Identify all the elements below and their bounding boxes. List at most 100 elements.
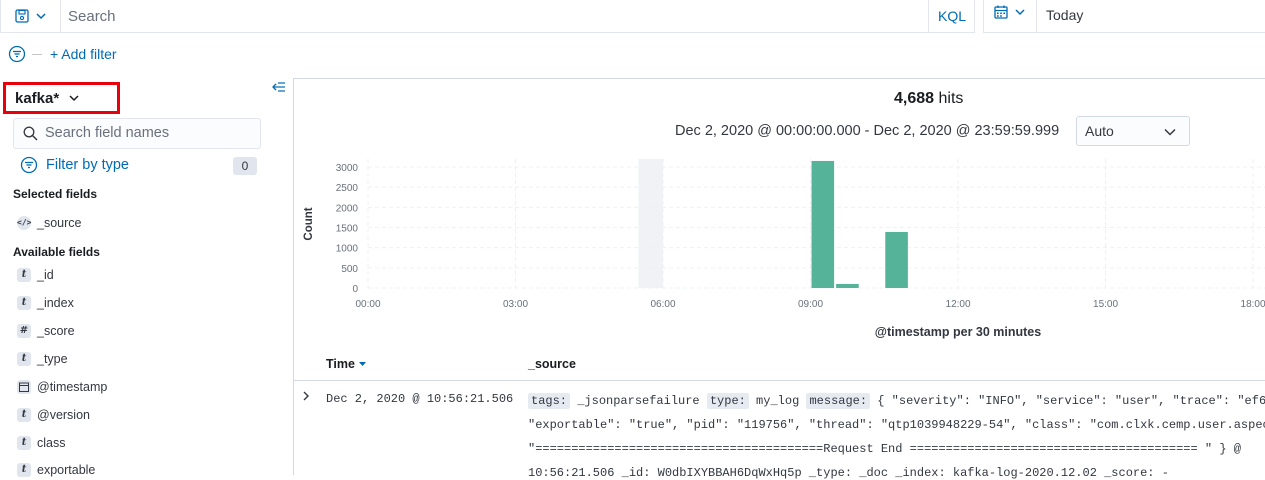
y-tick-label: 2500 bbox=[336, 183, 359, 194]
source-line-1: tags: _jsonparsefailure type: my_log mes… bbox=[528, 393, 1265, 409]
date-type-icon bbox=[17, 380, 31, 394]
source-field-value: { "severity": "INFO", "service": "user",… bbox=[870, 394, 1265, 408]
y-tick-label: 500 bbox=[341, 264, 358, 275]
string-type-icon: t bbox=[17, 352, 31, 366]
source-field-key: type: bbox=[706, 393, 749, 409]
y-tick-label: 2000 bbox=[336, 203, 359, 214]
filter-icon bbox=[20, 156, 38, 174]
quick-select-button[interactable] bbox=[994, 5, 1026, 19]
source-icon: </> bbox=[17, 216, 31, 230]
x-tick-label: 12:00 bbox=[946, 299, 971, 310]
source-field-value: my_log bbox=[748, 394, 807, 408]
filter-by-type-label: Filter by type bbox=[46, 157, 129, 173]
calendar-icon bbox=[994, 5, 1008, 19]
field-item[interactable]: t class bbox=[17, 434, 65, 452]
search-icon bbox=[23, 126, 38, 141]
chevron-down-icon bbox=[1164, 128, 1176, 136]
chevron-down-icon bbox=[1015, 9, 1025, 16]
selected-fields-title: Selected fields bbox=[13, 187, 98, 201]
histogram-chart: 0 500 1000 1500 2000 2500 3000 00:00 03:00 06:00… bbox=[303, 159, 1265, 339]
x-tick-label: 15:00 bbox=[1093, 299, 1118, 310]
string-type-icon: t bbox=[17, 436, 31, 450]
source-field-key: message: bbox=[806, 393, 871, 409]
y-tick-label: 3000 bbox=[336, 163, 359, 174]
available-fields-title: Available fields bbox=[13, 245, 100, 259]
filter-bar: + Add filter bbox=[8, 43, 117, 65]
field-item-source[interactable]: </> _source bbox=[17, 214, 81, 232]
index-pattern-selector[interactable]: kafka* bbox=[3, 82, 120, 114]
interval-select[interactable]: Auto bbox=[1076, 116, 1190, 146]
index-pattern-label: kafka* bbox=[15, 89, 60, 107]
saved-query-button[interactable] bbox=[7, 4, 55, 28]
x-tick-label: 06:00 bbox=[651, 299, 676, 310]
filter-options-icon[interactable] bbox=[8, 45, 26, 63]
divider bbox=[1036, 0, 1037, 33]
field-item[interactable]: @timestamp bbox=[17, 378, 107, 396]
field-item[interactable]: # _score bbox=[17, 322, 75, 340]
time-range-label: Dec 2, 2020 @ 00:00:00.000 - Dec 2, 2020… bbox=[675, 123, 1060, 139]
y-axis-label: Count bbox=[303, 207, 315, 240]
x-axis-label: @timestamp per 30 minutes bbox=[875, 325, 1041, 339]
filter-by-type-button[interactable]: Filter by type bbox=[20, 156, 129, 174]
interval-selected-value: Auto bbox=[1085, 123, 1114, 139]
divider bbox=[60, 0, 61, 33]
string-type-icon: t bbox=[17, 268, 31, 282]
field-name: class bbox=[37, 436, 66, 450]
source-line-4: 10:56:21.506 _id: W0dbIXYBBAH6DqWxHq5p _… bbox=[528, 466, 1169, 480]
histogram-bar[interactable] bbox=[811, 160, 835, 288]
filter-count-badge: 0 bbox=[233, 157, 257, 175]
field-item[interactable]: t @version bbox=[17, 406, 90, 424]
field-name: _index bbox=[37, 296, 74, 310]
histogram-bar[interactable] bbox=[885, 231, 908, 288]
query-bar: KQL bbox=[0, 0, 975, 33]
divider bbox=[32, 53, 42, 55]
y-tick-label: 1000 bbox=[336, 244, 359, 255]
add-filter-button[interactable]: + Add filter bbox=[50, 46, 117, 62]
highlight-band bbox=[638, 159, 664, 288]
x-tick-label: 00:00 bbox=[355, 299, 380, 310]
field-search-box bbox=[13, 118, 261, 149]
date-picker: Today bbox=[983, 0, 1265, 33]
date-range-label[interactable]: Today bbox=[1046, 7, 1083, 23]
field-search-input[interactable] bbox=[45, 125, 255, 141]
x-tick-label: 18:00 bbox=[1241, 299, 1265, 310]
source-field-value: _jsonparsefailure bbox=[570, 394, 707, 408]
save-icon bbox=[15, 9, 29, 23]
string-type-icon: t bbox=[17, 296, 31, 310]
field-name: @timestamp bbox=[37, 380, 108, 394]
field-item[interactable]: t _type bbox=[17, 350, 68, 368]
chevron-down-icon bbox=[36, 13, 46, 20]
x-tick-label: 09:00 bbox=[798, 299, 823, 310]
field-name: @version bbox=[37, 408, 90, 422]
field-name: _source bbox=[37, 216, 82, 230]
field-name: _type bbox=[37, 352, 68, 366]
collapse-sidebar-icon[interactable] bbox=[270, 80, 286, 96]
source-line-2: "exportable": "true", "pid": "119756", "… bbox=[528, 418, 1265, 432]
number-type-icon: # bbox=[17, 324, 31, 338]
column-header-time[interactable]: Time bbox=[326, 357, 367, 371]
source-field-key: tags: bbox=[528, 393, 571, 409]
y-tick-label: 1500 bbox=[336, 224, 359, 235]
search-input[interactable] bbox=[68, 6, 918, 26]
query-language-button[interactable]: KQL bbox=[938, 8, 966, 24]
row-timestamp: Dec 2, 2020 @ 10:56:21.506 bbox=[326, 392, 514, 406]
y-tick-label: 0 bbox=[352, 284, 358, 295]
hits-number: 4,688 bbox=[894, 90, 935, 107]
hits-count: 4,688 hits bbox=[894, 90, 963, 108]
field-item[interactable]: t _index bbox=[17, 294, 74, 312]
x-tick-label: 03:00 bbox=[503, 299, 528, 310]
column-header-source[interactable]: _source bbox=[528, 357, 576, 371]
divider bbox=[928, 0, 929, 33]
divider bbox=[294, 380, 1265, 381]
chevron-down-icon bbox=[69, 95, 79, 102]
field-item[interactable]: t _id bbox=[17, 266, 54, 284]
field-item[interactable]: t exportable bbox=[17, 461, 95, 479]
hits-label: hits bbox=[938, 90, 964, 107]
source-line-3: "=======================================… bbox=[528, 442, 1241, 456]
histogram-bar[interactable] bbox=[836, 283, 859, 288]
expand-row-icon[interactable] bbox=[300, 389, 312, 403]
field-name: _score bbox=[37, 324, 75, 338]
string-type-icon: t bbox=[17, 408, 31, 422]
field-name: _id bbox=[37, 268, 54, 282]
column-header-label: Time bbox=[326, 357, 355, 371]
